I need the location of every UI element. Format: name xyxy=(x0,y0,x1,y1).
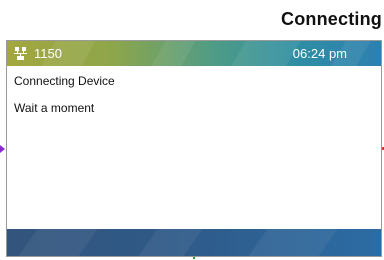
message-line-connecting: Connecting Device xyxy=(14,74,115,88)
message-area: Connecting Device Wait a moment xyxy=(7,66,381,230)
bottom-edge-marker xyxy=(193,257,195,259)
network-extension-icon xyxy=(14,47,27,60)
page-heading: Connecting xyxy=(281,9,382,29)
extension-number: 1150 xyxy=(34,46,62,61)
message-line-wait: Wait a moment xyxy=(14,101,95,115)
softkey-bar xyxy=(7,229,381,256)
left-edge-marker xyxy=(0,145,5,153)
phone-screen: 1150 06:24 pm Connecting Device Wait a m… xyxy=(6,40,382,257)
clock: 06:24 pm xyxy=(292,46,347,61)
status-bar: 1150 06:24 pm xyxy=(7,41,381,66)
